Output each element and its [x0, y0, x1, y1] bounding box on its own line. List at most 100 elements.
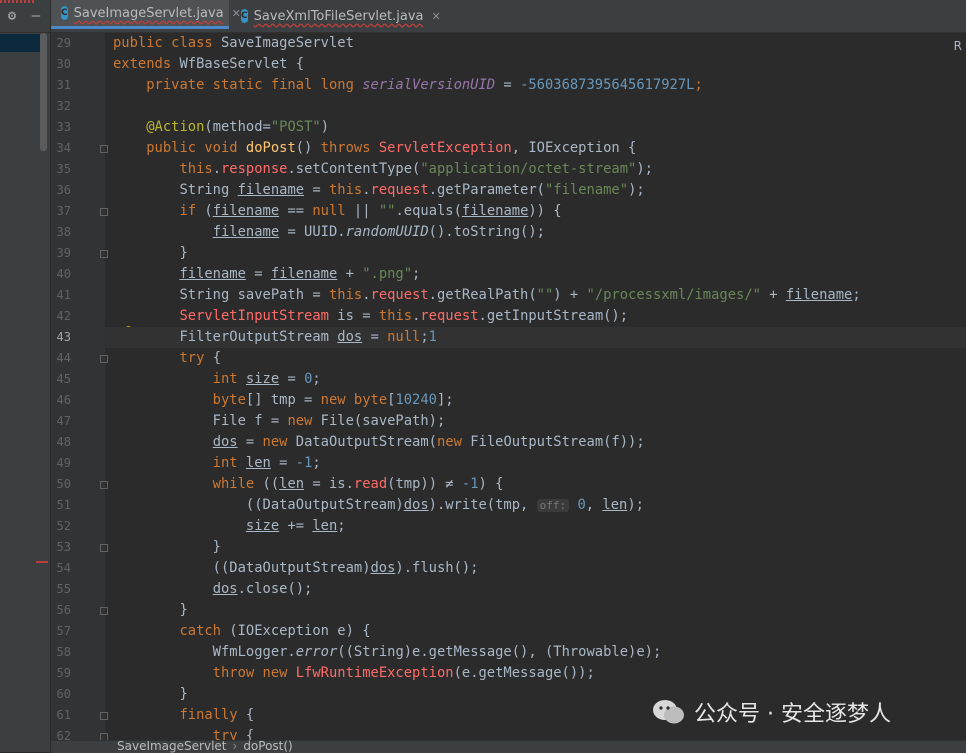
code-line[interactable]: }	[113, 600, 187, 621]
code-token: File(savePath);	[320, 413, 446, 429]
tab-save-image-servlet[interactable]: C SaveImageServlet.java ✕	[51, 0, 241, 29]
code-line[interactable]: dos.close();	[113, 579, 313, 600]
code-token: private static final long	[113, 77, 363, 93]
code-token: +	[337, 266, 363, 282]
breadcrumb: SaveImageServlet › doPost()	[117, 739, 293, 753]
code-token: File f =	[113, 413, 288, 429]
code-line[interactable]: }	[113, 684, 188, 705]
tab-label: SaveXmlToFileServlet.java	[253, 8, 424, 24]
code-token: );	[627, 497, 644, 513]
code-line[interactable]: public void doPost() throws ServletExcep…	[113, 138, 636, 159]
close-icon[interactable]: ✕	[432, 10, 441, 23]
code-line[interactable]: dos = new DataOutputStream(new FileOutpu…	[113, 432, 645, 453]
code-line[interactable]: ((DataOutputStream)dos).flush();	[113, 558, 479, 579]
code-token: public class	[113, 35, 221, 51]
code-line[interactable]: throw new LfwRuntimeException(e.getMessa…	[113, 663, 595, 684]
tab-label: SaveImageServlet.java	[73, 5, 224, 21]
line-number: 56	[56, 603, 71, 617]
code-token: ;	[694, 77, 703, 93]
reader-mode-toggle[interactable]: R	[954, 39, 962, 53]
code-token: ()	[295, 140, 321, 156]
code-token: (	[204, 203, 213, 219]
code-token: filename	[461, 203, 529, 219]
code-line[interactable]: String filename = this.request.getParame…	[113, 180, 644, 201]
code-token: =	[495, 77, 521, 93]
code-line[interactable]: try {	[113, 348, 221, 369]
code-token: ||	[345, 203, 379, 219]
code-token: int	[113, 371, 246, 387]
code-token: =	[270, 455, 296, 471]
code-line[interactable]: while ((len = is.read(tmp)) ≠ -1) {	[113, 474, 504, 495]
chevron-right-icon: ›	[232, 739, 238, 753]
code-line[interactable]: ServletInputStream is = this.request.get…	[113, 306, 628, 327]
code-token: ((DataOutputStream)	[113, 560, 371, 576]
line-number: 32	[56, 99, 71, 113]
code-line[interactable]: }	[113, 537, 221, 558]
code-token: len	[279, 476, 305, 492]
line-gutter[interactable]: 29 30 31 32 33 34 35 36 37 38 39 40 41 42 43 44 45 46 47 48…	[51, 33, 108, 743]
code-line[interactable]: size += len;	[113, 516, 346, 537]
code-token: {	[212, 350, 221, 366]
code-line[interactable]: File f = new File(savePath);	[113, 411, 446, 432]
code-line[interactable]: if (filename == null || "".equals(filena…	[113, 201, 561, 222]
code-token: @Action	[146, 119, 205, 135]
code-token: serialVersionUID	[362, 77, 496, 93]
code-line[interactable]: int size = 0;	[113, 369, 321, 390]
breadcrumb-method[interactable]: doPost()	[243, 739, 292, 753]
code-token: +=	[279, 518, 313, 534]
line-number: 47	[56, 414, 71, 428]
code-token: }	[113, 686, 188, 702]
code-token: throw new	[113, 665, 296, 681]
code-line[interactable]: filename = UUID.randomUUID().toString();	[113, 222, 545, 243]
code-line[interactable]: }	[113, 243, 187, 264]
code-token: ) {	[478, 476, 504, 492]
code-token: -1	[295, 455, 313, 471]
code-token: filename	[270, 266, 338, 282]
code-token: byte	[113, 392, 246, 408]
code-line[interactable]: this.response.setContentType("applicatio…	[113, 159, 653, 180]
selected-tree-row[interactable]	[0, 34, 40, 52]
code-line[interactable]: catch (IOException e) {	[113, 621, 370, 642]
code-line[interactable]: FilterOutputStream dos = null;1	[113, 327, 437, 348]
minimize-icon[interactable]: —	[29, 8, 43, 24]
code-token: response	[221, 161, 288, 177]
code-token: =	[245, 266, 271, 282]
code-line[interactable]: filename = filename + ".png";	[113, 264, 420, 285]
code-line[interactable]: String savePath = this.request.getRealPa…	[113, 285, 860, 306]
code-token: .	[362, 182, 371, 198]
code-editor[interactable]: R public class SaveImageServlet extends W…	[105, 33, 966, 744]
line-number: 61	[56, 708, 71, 722]
code-token: 0	[577, 497, 586, 513]
code-line[interactable]: int len = -1;	[113, 453, 321, 474]
wechat-icon	[653, 700, 684, 724]
code-token: LfwRuntimeException	[295, 665, 454, 681]
line-number: 41	[56, 288, 71, 302]
code-token: [] tmp =	[245, 392, 321, 408]
code-line[interactable]: byte[] tmp = new byte[10240];	[113, 390, 454, 411]
code-line[interactable]: @Action(method="POST")	[113, 117, 329, 138]
code-line[interactable]: WfmLogger.error((String)e.getMessage(), …	[113, 642, 662, 663]
code-token: dos	[212, 434, 238, 450]
code-token: len	[312, 518, 338, 534]
code-line[interactable]: private static final long serialVersionU…	[113, 75, 703, 96]
watermark: 公众号 · 安全逐梦人	[652, 696, 891, 728]
gear-icon[interactable]: ⚙	[4, 8, 20, 24]
line-number: 55	[56, 582, 71, 596]
tab-save-xml-to-file-servlet[interactable]: C SaveXmlToFileServlet.java ✕	[233, 0, 441, 32]
code-token: ".png"	[362, 266, 413, 282]
panel-scrollbar[interactable]	[40, 33, 47, 151]
code-line[interactable]: finally {	[113, 705, 254, 726]
breadcrumb-class[interactable]: SaveImageServlet	[117, 739, 227, 753]
code-line[interactable]: public class SaveImageServlet	[113, 33, 354, 54]
panel-header: ⚙ —	[0, 0, 50, 33]
code-token: null	[312, 203, 346, 219]
code-line[interactable]: ((DataOutputStream)dos).write(tmp, off: …	[113, 495, 644, 516]
code-line[interactable]: extends WfBaseServlet {	[113, 54, 304, 75]
code-token: new	[287, 413, 321, 429]
code-token: ""	[536, 287, 554, 303]
